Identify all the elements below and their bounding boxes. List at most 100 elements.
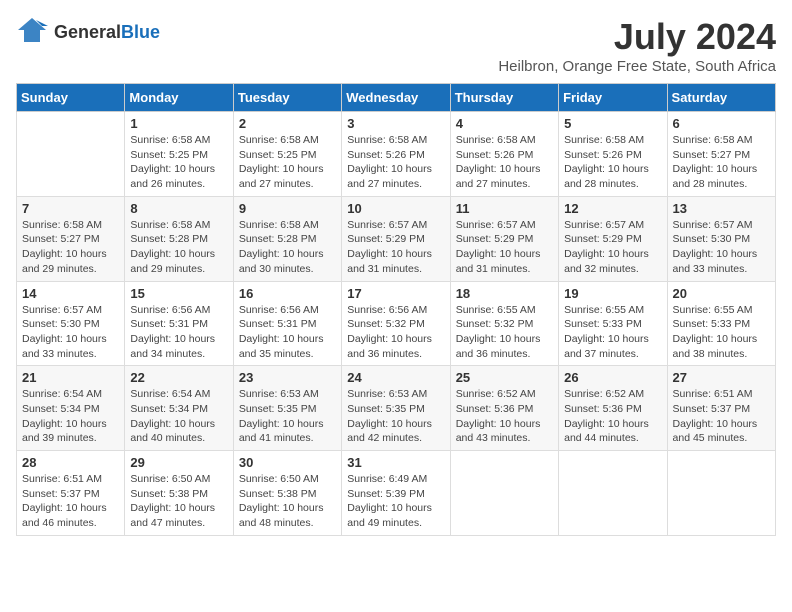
day-info: Sunrise: 6:58 AMSunset: 5:27 PMDaylight:… [22,218,119,277]
day-number: 26 [564,370,661,385]
calendar-cell: 19 Sunrise: 6:55 AMSunset: 5:33 PMDayligh… [559,281,667,366]
day-info: Sunrise: 6:58 AMSunset: 5:26 PMDaylight:… [564,133,661,192]
day-number: 2 [239,116,336,131]
logo-blue: Blue [121,22,160,42]
day-number: 29 [130,455,227,470]
day-info: Sunrise: 6:52 AMSunset: 5:36 PMDaylight:… [456,387,553,446]
calendar-cell: 29Sunrise: 6:50 AMSunset: 5:38 PMDayligh… [125,451,233,536]
title-area: July 2024 Heilbron, Orange Free State, S… [498,16,776,75]
location-subtitle: Heilbron, Orange Free State, South Afric… [498,58,776,75]
day-info: Sunrise: 6:55 AMSunset: 5:32 PMDaylight:… [456,303,553,362]
calendar-cell: 26 Sunrise: 6:52 AMSunset: 5:36 PMDayligh… [559,366,667,451]
calendar-week-row: 14Sunrise: 6:57 AMSunset: 5:30 PMDayligh… [17,281,776,366]
day-info: Sunrise: 6:56 AMSunset: 5:31 PMDaylight:… [130,303,227,362]
col-sunday: Sunday [17,84,125,112]
day-number: 8 [130,201,227,216]
calendar-week-row: 28 Sunrise: 6:51 AMSunset: 5:37 PMDayligh… [17,451,776,536]
day-number: 27 [673,370,770,385]
col-monday: Monday [125,84,233,112]
day-number: 30 [239,455,336,470]
day-info: Sunrise: 6:58 AMSunset: 5:27 PMDaylight:… [673,133,770,192]
calendar-week-row: 7 Sunrise: 6:58 AMSunset: 5:27 PMDaylight… [17,196,776,281]
col-thursday: Thursday [450,84,558,112]
day-info: Sunrise: 6:53 AMSunset: 5:35 PMDaylight:… [347,387,444,446]
day-number: 16 [239,286,336,301]
calendar-cell: 30Sunrise: 6:50 AMSunset: 5:38 PMDayligh… [233,451,341,536]
calendar-cell: 27 Sunrise: 6:51 AMSunset: 5:37 PMDayligh… [667,366,775,451]
calendar-cell: 7 Sunrise: 6:58 AMSunset: 5:27 PMDaylight… [17,196,125,281]
day-number: 19 [564,286,661,301]
col-saturday: Saturday [667,84,775,112]
calendar-cell: 4 Sunrise: 6:58 AMSunset: 5:26 PMDaylight… [450,112,558,197]
day-number: 18 [456,286,553,301]
month-year-title: July 2024 [498,16,776,58]
col-wednesday: Wednesday [342,84,450,112]
day-number: 21 [22,370,119,385]
calendar-week-row: 21 Sunrise: 6:54 AMSunset: 5:34 PMDayligh… [17,366,776,451]
calendar-cell: 16Sunrise: 6:56 AMSunset: 5:31 PMDayligh… [233,281,341,366]
day-number: 6 [673,116,770,131]
calendar-cell: 20 Sunrise: 6:55 AMSunset: 5:33 PMDayligh… [667,281,775,366]
day-info: Sunrise: 6:49 AMSunset: 5:39 PMDaylight:… [347,472,444,531]
calendar-cell: 8 Sunrise: 6:58 AMSunset: 5:28 PMDaylight… [125,196,233,281]
day-info: Sunrise: 6:58 AMSunset: 5:25 PMDaylight:… [130,133,227,192]
calendar-cell: 28 Sunrise: 6:51 AMSunset: 5:37 PMDayligh… [17,451,125,536]
calendar-cell: 13 Sunrise: 6:57 AMSunset: 5:30 PMDayligh… [667,196,775,281]
calendar-week-row: 1Sunrise: 6:58 AMSunset: 5:25 PMDaylight… [17,112,776,197]
day-info: Sunrise: 6:58 AMSunset: 5:26 PMDaylight:… [456,133,553,192]
calendar-cell: 17Sunrise: 6:56 AMSunset: 5:32 PMDayligh… [342,281,450,366]
calendar-cell: 1Sunrise: 6:58 AMSunset: 5:25 PMDaylight… [125,112,233,197]
day-info: Sunrise: 6:51 AMSunset: 5:37 PMDaylight:… [22,472,119,531]
day-number: 5 [564,116,661,131]
day-info: Sunrise: 6:53 AMSunset: 5:35 PMDaylight:… [239,387,336,446]
day-number: 25 [456,370,553,385]
day-number: 4 [456,116,553,131]
calendar-cell: 23 Sunrise: 6:53 AMSunset: 5:35 PMDayligh… [233,366,341,451]
day-info: Sunrise: 6:54 AMSunset: 5:34 PMDaylight:… [130,387,227,446]
day-info: Sunrise: 6:58 AMSunset: 5:26 PMDaylight:… [347,133,444,192]
day-number: 31 [347,455,444,470]
day-number: 28 [22,455,119,470]
calendar-cell: 3 Sunrise: 6:58 AMSunset: 5:26 PMDaylight… [342,112,450,197]
calendar-cell [17,112,125,197]
day-number: 20 [673,286,770,301]
day-info: Sunrise: 6:54 AMSunset: 5:34 PMDaylight:… [22,387,119,446]
day-info: Sunrise: 6:55 AMSunset: 5:33 PMDaylight:… [564,303,661,362]
day-number: 22 [130,370,227,385]
calendar-cell: 10Sunrise: 6:57 AMSunset: 5:29 PMDayligh… [342,196,450,281]
day-info: Sunrise: 6:51 AMSunset: 5:37 PMDaylight:… [673,387,770,446]
calendar-cell [559,451,667,536]
calendar-cell: 31 Sunrise: 6:49 AMSunset: 5:39 PMDayligh… [342,451,450,536]
calendar-cell: 9Sunrise: 6:58 AMSunset: 5:28 PMDaylight… [233,196,341,281]
day-number: 23 [239,370,336,385]
logo: GeneralBlue [16,16,160,49]
day-info: Sunrise: 6:57 AMSunset: 5:30 PMDaylight:… [673,218,770,277]
calendar-header-row: Sunday Monday Tuesday Wednesday Thursday… [17,84,776,112]
col-tuesday: Tuesday [233,84,341,112]
day-number: 3 [347,116,444,131]
calendar-cell: 22 Sunrise: 6:54 AMSunset: 5:34 PMDayligh… [125,366,233,451]
day-info: Sunrise: 6:57 AMSunset: 5:29 PMDaylight:… [347,218,444,277]
calendar-cell: 12Sunrise: 6:57 AMSunset: 5:29 PMDayligh… [559,196,667,281]
day-info: Sunrise: 6:52 AMSunset: 5:36 PMDaylight:… [564,387,661,446]
day-number: 17 [347,286,444,301]
day-number: 12 [564,201,661,216]
day-info: Sunrise: 6:55 AMSunset: 5:33 PMDaylight:… [673,303,770,362]
calendar-cell: 11Sunrise: 6:57 AMSunset: 5:29 PMDayligh… [450,196,558,281]
calendar-cell: 5 Sunrise: 6:58 AMSunset: 5:26 PMDaylight… [559,112,667,197]
day-number: 9 [239,201,336,216]
day-info: Sunrise: 6:57 AMSunset: 5:29 PMDaylight:… [456,218,553,277]
day-info: Sunrise: 6:57 AMSunset: 5:30 PMDaylight:… [22,303,119,362]
calendar-cell [667,451,775,536]
calendar-cell: 18 Sunrise: 6:55 AMSunset: 5:32 PMDayligh… [450,281,558,366]
col-friday: Friday [559,84,667,112]
calendar-cell: 21 Sunrise: 6:54 AMSunset: 5:34 PMDayligh… [17,366,125,451]
calendar-cell [450,451,558,536]
day-info: Sunrise: 6:58 AMSunset: 5:28 PMDaylight:… [130,218,227,277]
calendar-table: Sunday Monday Tuesday Wednesday Thursday… [16,83,776,536]
day-number: 15 [130,286,227,301]
day-number: 7 [22,201,119,216]
day-number: 13 [673,201,770,216]
page-header: GeneralBlue July 2024 Heilbron, Orange F… [16,16,776,75]
logo-general: General [54,22,121,42]
